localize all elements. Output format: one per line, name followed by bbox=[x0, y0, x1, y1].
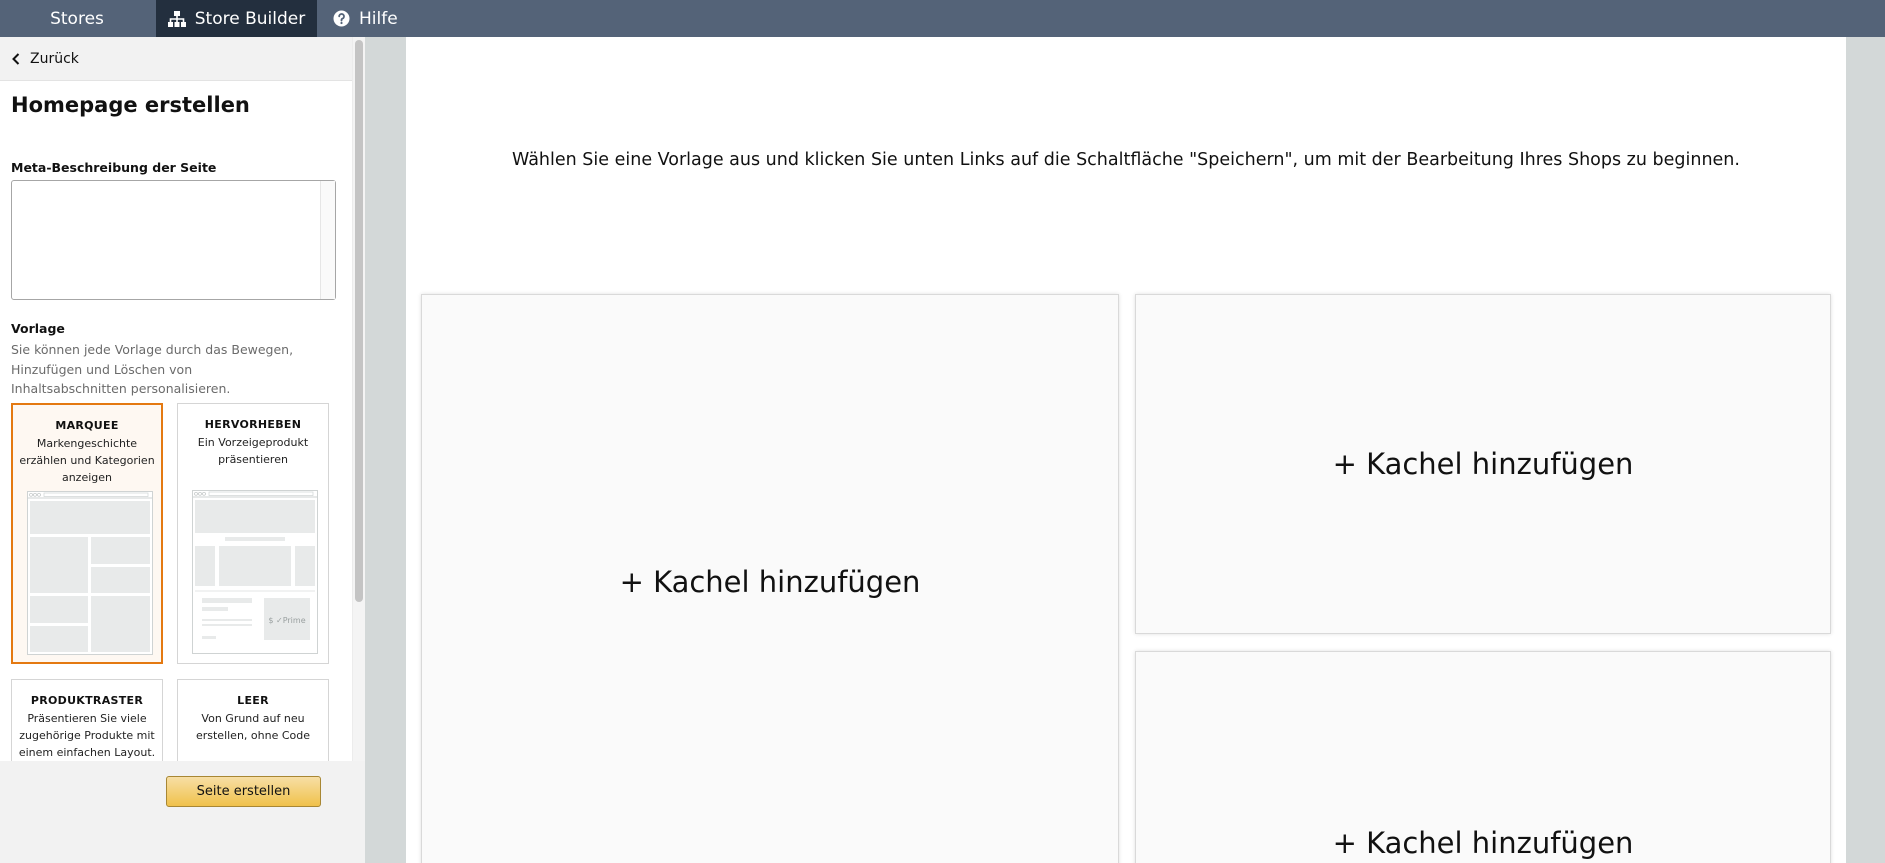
instruction-text: Wählen Sie eine Vorlage aus und klicken … bbox=[512, 150, 1740, 170]
template-description: Markengeschichte erzählen und Kategorien… bbox=[19, 437, 155, 484]
template-leer[interactable]: LEER Von Grund auf neu erstellen, ohne C… bbox=[177, 679, 329, 761]
marquee-layout-thumbnail bbox=[27, 491, 153, 655]
create-page-button[interactable]: Seite erstellen bbox=[166, 776, 321, 807]
template-name: HERVORHEBEN bbox=[204, 418, 302, 431]
nav-stores[interactable]: Stores bbox=[0, 0, 154, 37]
template-name: LEER bbox=[237, 694, 269, 707]
template-description: Ein Vorzeigeprodukt präsentieren bbox=[197, 436, 309, 466]
nav-store-builder[interactable]: Store Builder bbox=[156, 0, 317, 37]
sitemap-icon bbox=[167, 10, 186, 27]
template-name: MARQUEE bbox=[55, 419, 119, 432]
add-tile-label: + Kachel hinzufügen bbox=[619, 564, 921, 599]
template-description: Von Grund auf neu erstellen, ohne Code bbox=[195, 712, 311, 742]
nav-stores-label: Stores bbox=[50, 8, 104, 29]
add-tile-button-bottom-right[interactable]: + Kachel hinzufügen bbox=[1135, 651, 1831, 863]
textarea-scrollbar bbox=[320, 181, 335, 299]
template-section-description: Sie können jede Vorlage durch das Bewege… bbox=[11, 342, 294, 396]
add-tile-label: + Kachel hinzufügen bbox=[1332, 447, 1634, 481]
top-nav: Stores Store Builder Hilfe bbox=[0, 0, 1885, 37]
nav-help-label: Hilfe bbox=[359, 8, 398, 29]
template-produktraster[interactable]: PRODUKTRASTER Präsentieren Sie viele zug… bbox=[11, 679, 163, 761]
back-label: Zurück bbox=[30, 50, 79, 67]
add-tile-button-large[interactable]: + Kachel hinzufügen bbox=[421, 294, 1119, 863]
panel-title: Homepage erstellen bbox=[11, 93, 250, 117]
template-hervorheben[interactable]: HERVORHEBEN Ein Vorzeigeprodukt präsenti… bbox=[177, 403, 329, 664]
chevron-left-icon bbox=[12, 52, 20, 65]
meta-description-label: Meta-Beschreibung der Seite bbox=[11, 160, 217, 175]
help-icon bbox=[333, 10, 350, 27]
store-preview-canvas: Wählen Sie eine Vorlage aus und klicken … bbox=[406, 37, 1846, 863]
add-tile-button-top-right[interactable]: + Kachel hinzufügen bbox=[1135, 294, 1831, 634]
sidebar-scrollbar-thumb[interactable] bbox=[355, 40, 363, 602]
meta-description-field[interactable] bbox=[11, 180, 336, 300]
template-description: Präsentieren Sie viele zugehörige Produk… bbox=[18, 712, 156, 759]
template-name: PRODUKTRASTER bbox=[30, 694, 144, 707]
nav-help[interactable]: Hilfe bbox=[333, 0, 398, 37]
back-button[interactable]: Zurück bbox=[0, 37, 352, 81]
hervorheben-layout-thumbnail: $ ✓Prime bbox=[192, 490, 318, 654]
prime-price-label: $ ✓Prime bbox=[268, 616, 305, 625]
template-marquee[interactable]: MARQUEE Markengeschichte erzählen und Ka… bbox=[11, 403, 163, 664]
template-section-label: Vorlage bbox=[11, 321, 65, 336]
nav-store-builder-label: Store Builder bbox=[194, 8, 306, 29]
add-tile-label: + Kachel hinzufügen bbox=[1332, 825, 1634, 860]
builder-sidebar: Zurück Homepage erstellen Meta-Beschreib… bbox=[0, 37, 365, 863]
